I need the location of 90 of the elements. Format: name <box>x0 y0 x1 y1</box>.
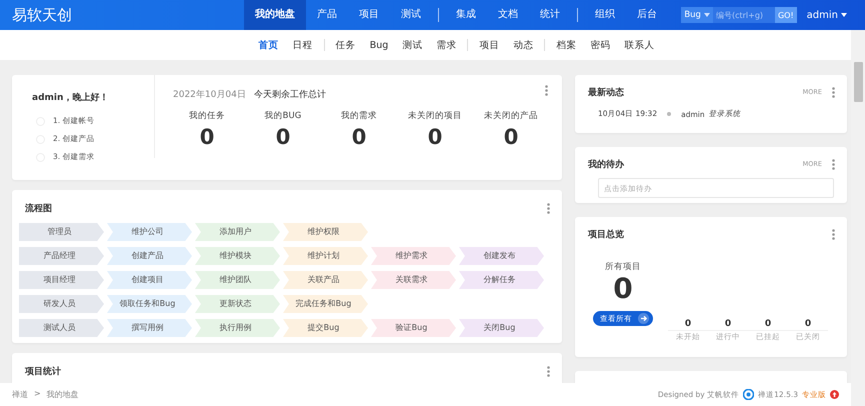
total-label: 所有项目 <box>605 261 641 273</box>
subnav-link[interactable]: 档案 <box>549 38 584 52</box>
subnav-link[interactable]: 联系人 <box>617 38 662 52</box>
flow-step[interactable]: 关联需求 <box>371 271 456 289</box>
user-menu[interactable]: admin <box>806 10 847 20</box>
flow-step[interactable]: 验证Bug <box>371 319 456 337</box>
stat-label: 我的任务 <box>189 110 225 122</box>
flow-step[interactable]: 维护计划 <box>283 247 368 265</box>
flow-step[interactable]: 维护团队 <box>195 271 280 289</box>
subnav-link[interactable]: 日程 <box>286 38 320 52</box>
card-title: 流程图 <box>25 202 52 214</box>
flow-step[interactable]: 维护模块 <box>195 247 280 265</box>
zentao-logo-icon <box>743 389 754 400</box>
stat-value[interactable]: 0 <box>352 125 366 149</box>
status-count: 0 <box>804 319 812 329</box>
stat-value[interactable]: 0 <box>200 125 214 149</box>
flow-step[interactable]: 更新状态 <box>195 295 280 313</box>
more-icon[interactable] <box>832 158 835 170</box>
flow-step[interactable]: 创建产品 <box>107 247 192 265</box>
caret-icon <box>841 13 847 17</box>
summary-text: 今天剩余工作总计 <box>254 88 326 101</box>
stat-label: 我的BUG <box>264 110 302 122</box>
more-icon[interactable] <box>832 86 835 98</box>
flow-step[interactable]: 创建项目 <box>107 271 192 289</box>
stat-label: 未关闭的产品 <box>484 110 538 122</box>
subnav-link[interactable]: 任务 <box>328 38 363 52</box>
status-count: 0 <box>684 319 692 329</box>
nav-tab[interactable]: 组织 <box>584 0 626 30</box>
flow-step[interactable]: 创建发布 <box>459 247 544 265</box>
upgrade-icon <box>830 390 839 399</box>
search-type-dropdown[interactable]: Bug <box>681 7 713 23</box>
more-icon[interactable] <box>547 202 550 214</box>
subnav-link[interactable]: 动态 <box>506 38 540 52</box>
subnav-link[interactable]: 密码 <box>583 38 618 52</box>
stat-label: 我的需求 <box>341 110 377 122</box>
subnav-link[interactable]: Bug <box>362 40 396 50</box>
role-step: 研发人员 <box>19 295 104 313</box>
stat-value[interactable]: 0 <box>276 125 290 149</box>
nav-tab[interactable]: 项目 <box>348 0 390 30</box>
logo-text: 易软天创 <box>12 6 73 24</box>
flow-step[interactable]: 添加用户 <box>195 223 280 241</box>
total-value: 0 <box>613 273 633 305</box>
stat-label: 未关闭的项目 <box>408 110 462 122</box>
search-field[interactable]: 编号(ctrl+g) <box>712 7 775 23</box>
nav-tab[interactable]: 产品 <box>306 0 348 30</box>
subnav-link[interactable]: 需求 <box>429 38 464 52</box>
card-title: 项目统计 <box>25 365 61 378</box>
nav-tab[interactable]: 后台 <box>626 0 668 30</box>
breadcrumb-link[interactable]: 禅道 <box>12 389 28 400</box>
flow-step[interactable]: 关闭Bug <box>459 319 544 337</box>
flow-step[interactable]: 关联产品 <box>283 271 368 289</box>
flow-step[interactable]: 完成任务和Bug <box>283 295 368 313</box>
flow-step[interactable]: 提交Bug <box>283 319 368 337</box>
more-icon[interactable] <box>832 228 835 240</box>
role-step: 项目经理 <box>19 271 104 289</box>
flow-step[interactable]: 撰写用例 <box>107 319 192 337</box>
role-step: 产品经理 <box>19 247 104 265</box>
stat-value[interactable]: 0 <box>428 125 442 149</box>
card-title: 项目总览 <box>588 228 624 240</box>
bullet-icon <box>667 112 672 116</box>
more-icon[interactable] <box>547 366 550 376</box>
nav-tab[interactable]: 我的地盘 <box>244 0 306 30</box>
role-step: 测试人员 <box>19 319 104 337</box>
arrow-right-icon <box>638 313 649 324</box>
card-title: 最新动态 <box>588 86 624 98</box>
nav-tab[interactable]: 测试 <box>390 0 432 30</box>
stat-value[interactable]: 0 <box>504 125 518 149</box>
breadcrumb-separator: > <box>34 389 41 400</box>
more-icon[interactable] <box>545 85 548 96</box>
date-text: 2022年10月04日 <box>173 88 246 101</box>
breadcrumb-link[interactable]: 我的地盘 <box>46 389 79 400</box>
scrollbar-thumb[interactable] <box>854 62 862 102</box>
greeting-text: admin，晚上好！ <box>32 91 110 104</box>
nav-tab[interactable]: 文档 <box>487 0 529 30</box>
nav-tab[interactable]: 集成 <box>445 0 487 30</box>
flow-step[interactable]: 维护需求 <box>371 247 456 265</box>
nav-tab[interactable]: 统计 <box>529 0 571 30</box>
subnav-link[interactable]: 首页 <box>252 38 286 52</box>
flow-step[interactable]: 分解任务 <box>459 271 544 289</box>
card-title: 我的待办 <box>588 158 624 170</box>
flow-step[interactable]: 维护公司 <box>107 223 192 241</box>
flow-step[interactable]: 维护权限 <box>283 223 368 241</box>
role-step: 管理员 <box>19 223 104 241</box>
subnav-link[interactable]: 项目 <box>472 38 506 52</box>
caret-icon <box>704 13 710 17</box>
status-count: 0 <box>724 319 732 329</box>
flow-step[interactable]: 执行用例 <box>195 319 280 337</box>
flow-step[interactable]: 领取任务和Bug <box>107 295 192 313</box>
subnav-link[interactable]: 测试 <box>395 38 430 52</box>
status-count: 0 <box>764 319 772 329</box>
